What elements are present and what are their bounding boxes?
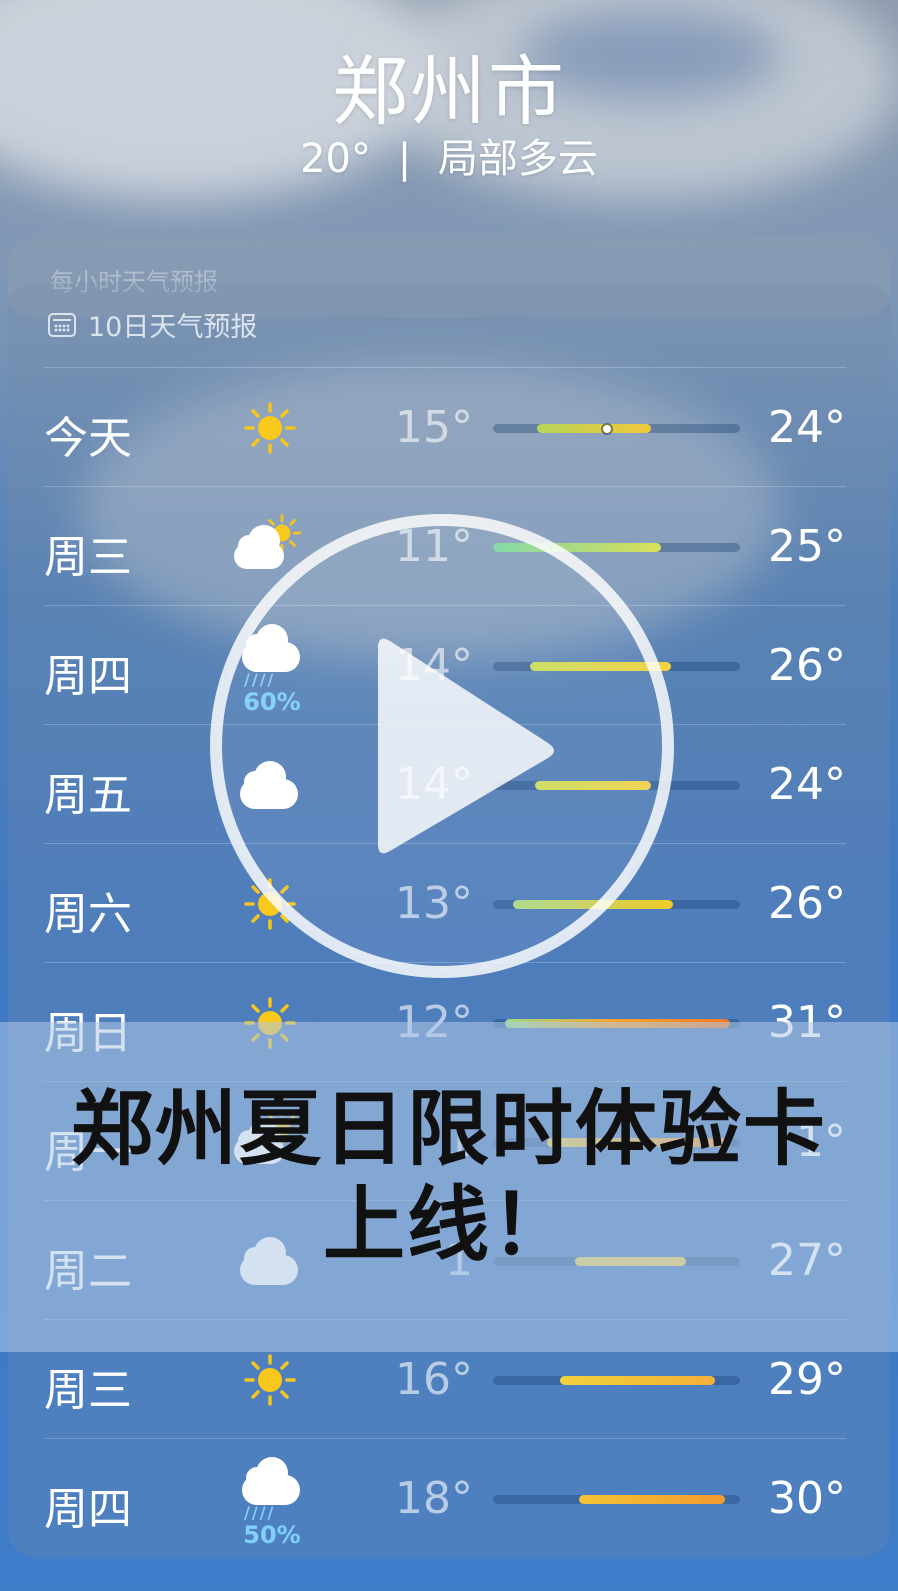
- play-icon[interactable]: [206, 510, 678, 982]
- precipitation-chance: 50%: [243, 1521, 301, 1549]
- forecast-title: 10日天气预报: [88, 312, 258, 343]
- sun-icon: [230, 1340, 310, 1420]
- current-condition: 局部多云: [437, 136, 598, 182]
- forecast-day: 周三: [44, 532, 132, 583]
- forecast-day: 周三: [44, 1365, 132, 1416]
- forecast-row[interactable]: 今天 15° 24°: [44, 367, 846, 486]
- temperature-range-fill: [559, 1376, 716, 1385]
- current-summary: 20° | 局部多云: [0, 126, 898, 184]
- temperature-range-bar: [493, 1495, 740, 1504]
- temperature-range-fill: [537, 424, 652, 433]
- temperature-range-bar: [493, 1376, 740, 1385]
- city-name: 郑州市: [332, 47, 566, 136]
- promo-headline: 郑州夏日限时体验卡 上线！: [0, 1082, 898, 1274]
- calendar-icon: [48, 312, 76, 337]
- promo-line-2: 上线！: [322, 1178, 575, 1273]
- current-temperature: 20°: [300, 136, 371, 182]
- forecast-day: 今天: [44, 413, 132, 464]
- high-temperature: 25°: [768, 521, 846, 572]
- forecast-row[interactable]: 周四 //// 50% 18° 30°: [44, 1438, 846, 1557]
- low-temperature: 16°: [395, 1354, 473, 1405]
- high-temperature: 26°: [768, 640, 846, 691]
- high-temperature: 24°: [768, 759, 846, 810]
- high-temperature: 29°: [768, 1354, 846, 1405]
- low-temperature: 18°: [395, 1473, 473, 1524]
- promo-line-1: 郑州夏日限时体验卡: [70, 1082, 827, 1177]
- current-temperature-marker: [602, 424, 611, 433]
- temperature-range-bar: [493, 424, 740, 433]
- forecast-day: 周五: [44, 770, 132, 821]
- forecast-day: 周四: [44, 1484, 132, 1535]
- forecast-day: 周六: [44, 889, 132, 940]
- summary-separator: |: [397, 136, 412, 182]
- low-temperature: 15°: [395, 402, 473, 453]
- high-temperature: 24°: [768, 402, 846, 453]
- sun-icon: [230, 388, 310, 468]
- high-temperature: 30°: [768, 1473, 846, 1524]
- temperature-range-fill: [579, 1495, 726, 1504]
- forecast-day: 周四: [44, 651, 132, 702]
- high-temperature: 26°: [768, 878, 846, 929]
- forecast-header: 10日天气预报: [48, 305, 257, 344]
